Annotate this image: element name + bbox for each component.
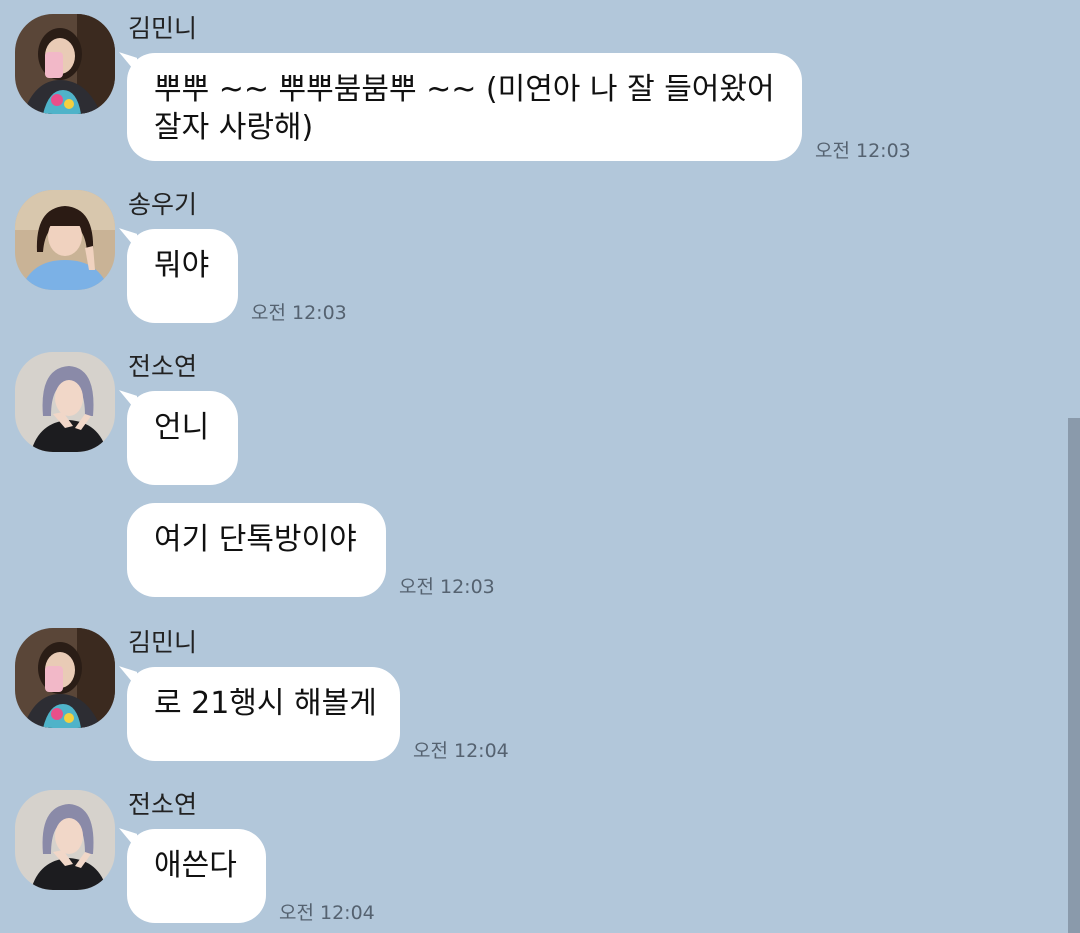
chat-area[interactable]: 김민니 뿌뿌 ~~ 뿌뿌붐붐뿌 ~~ (미연아 나 잘 들어왔어 잘자 사랑해)… xyxy=(0,0,1080,933)
scrollbar[interactable] xyxy=(1068,418,1080,933)
sender-name: 송우기 xyxy=(128,190,198,219)
message-time: 오전 12:03 xyxy=(399,576,495,598)
message-time: 오전 12:04 xyxy=(413,740,509,762)
avatar[interactable] xyxy=(15,790,115,890)
avatar[interactable] xyxy=(15,628,115,728)
message-time: 오전 12:03 xyxy=(251,302,347,324)
profile-photo-icon xyxy=(15,14,115,114)
avatar[interactable] xyxy=(15,352,115,452)
message-bubble[interactable]: 언니 xyxy=(127,391,238,485)
message-bubble[interactable]: 로 21행시 해볼게 xyxy=(127,667,400,761)
avatar[interactable] xyxy=(15,14,115,114)
avatar[interactable] xyxy=(15,190,115,290)
sender-name: 김민니 xyxy=(128,628,198,657)
message-bubble[interactable]: 뿌뿌 ~~ 뿌뿌붐붐뿌 ~~ (미연아 나 잘 들어왔어 잘자 사랑해) xyxy=(127,53,802,161)
message-time: 오전 12:04 xyxy=(279,902,375,924)
sender-name: 전소연 xyxy=(128,352,198,381)
profile-photo-icon xyxy=(15,352,115,452)
message-bubble[interactable]: 애쓴다 xyxy=(127,829,266,923)
message-time: 오전 12:03 xyxy=(815,140,911,162)
profile-photo-icon xyxy=(15,190,115,290)
message-bubble[interactable]: 뭐야 xyxy=(127,229,238,323)
sender-name: 김민니 xyxy=(128,14,198,43)
profile-photo-icon xyxy=(15,628,115,728)
sender-name: 전소연 xyxy=(128,790,198,819)
message-bubble[interactable]: 여기 단톡방이야 xyxy=(127,503,386,597)
profile-photo-icon xyxy=(15,790,115,890)
